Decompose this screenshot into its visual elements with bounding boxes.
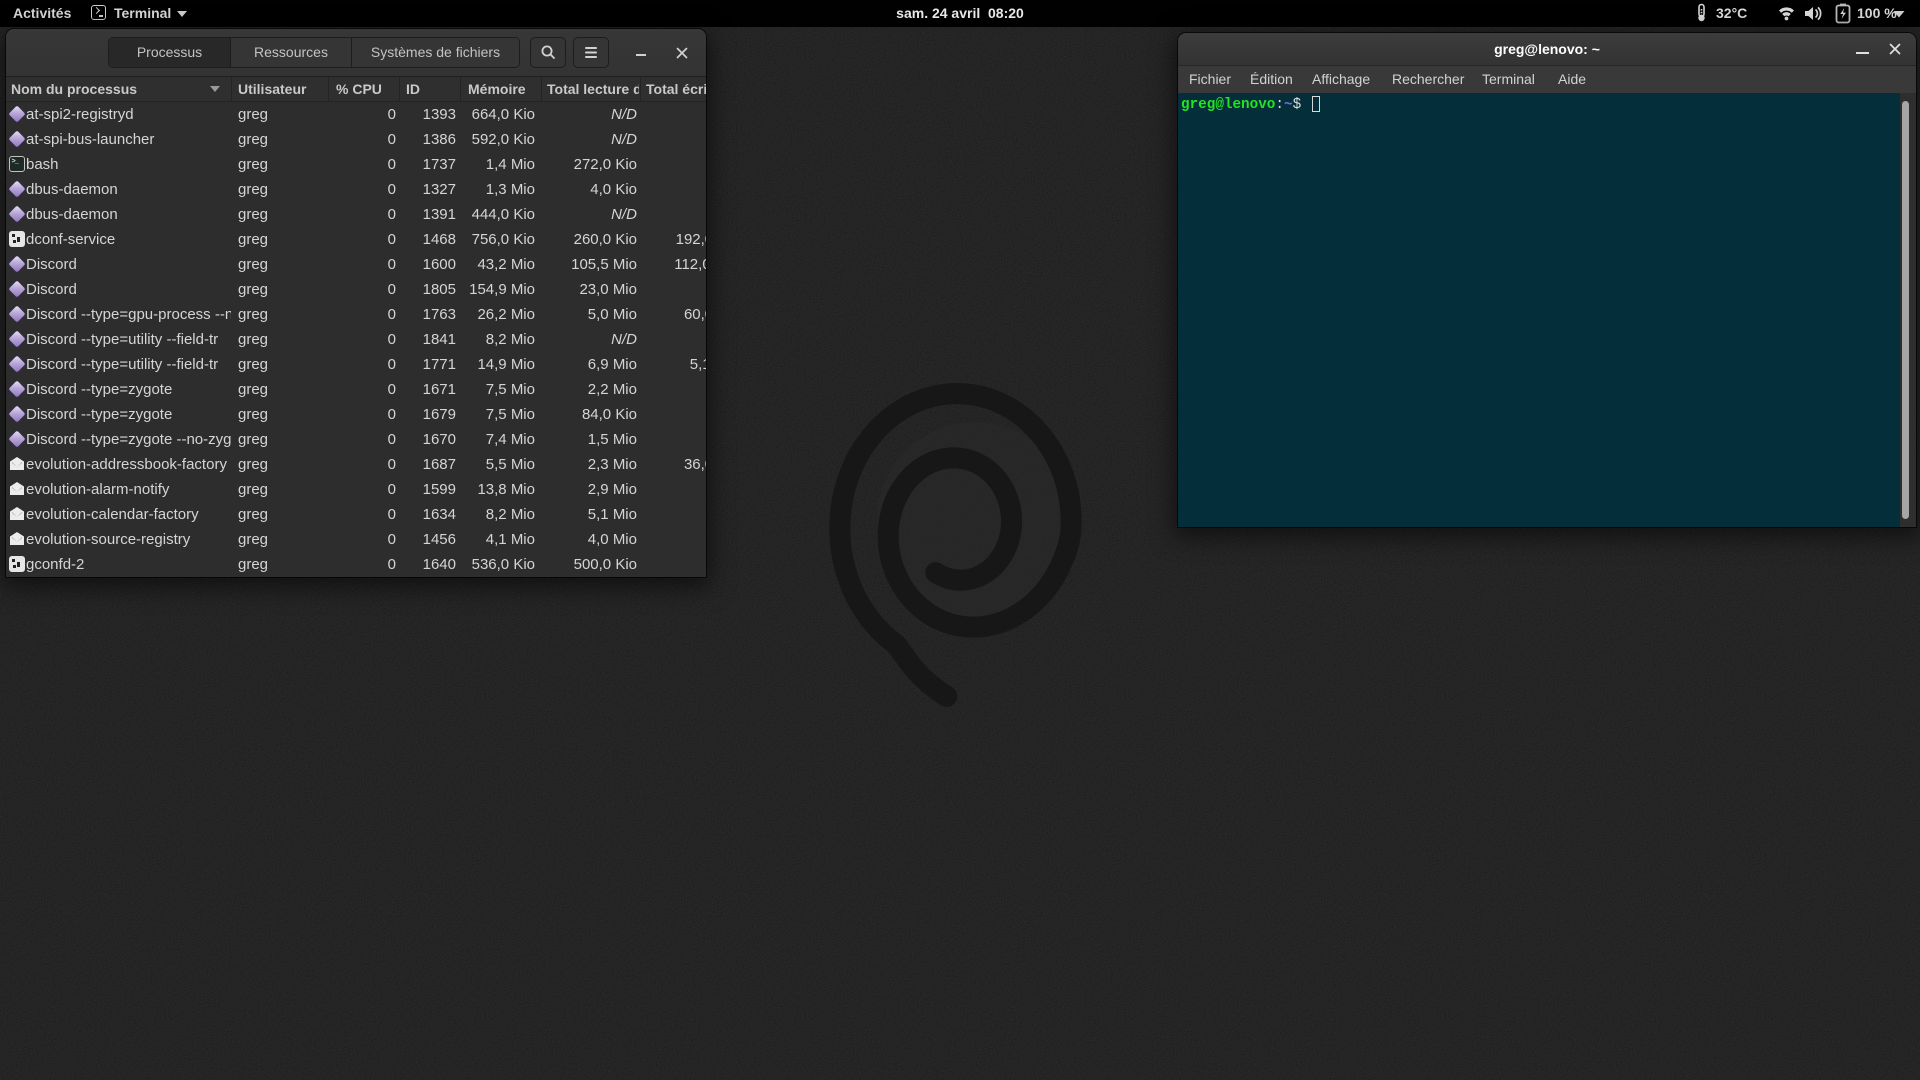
svg-text:32°C: 32°C bbox=[1716, 5, 1747, 21]
svg-text:100 %: 100 % bbox=[1857, 5, 1897, 21]
